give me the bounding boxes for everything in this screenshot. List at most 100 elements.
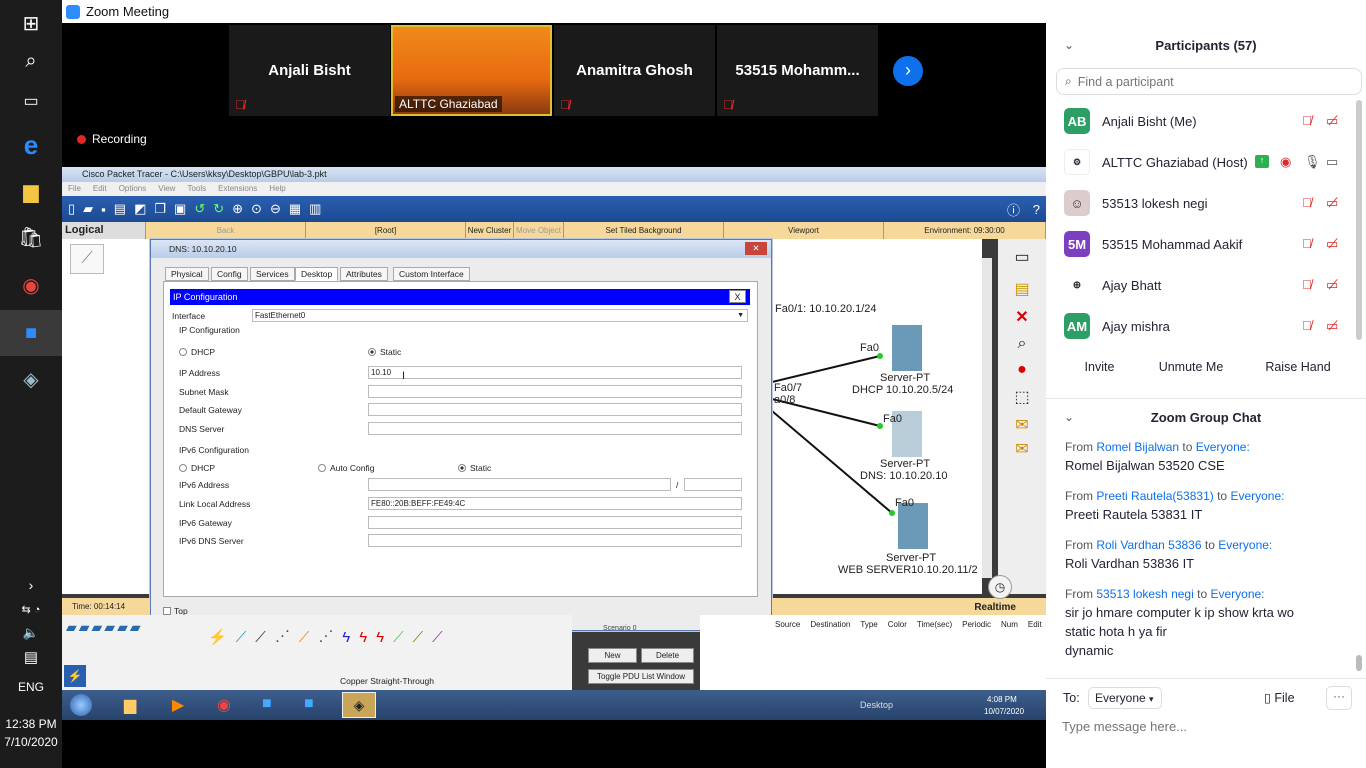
- video-tile-anamitra[interactable]: Anamitra Ghosh 🎙̸: [554, 25, 715, 116]
- notification-icon[interactable]: ▤: [0, 634, 62, 680]
- ipv4-static-radio[interactable]: Static: [368, 347, 401, 357]
- raise-hand-button[interactable]: Raise Hand: [1262, 360, 1334, 380]
- ipv6-auto-radio[interactable]: Auto Config: [318, 463, 374, 473]
- file-explorer-icon[interactable]: ▆: [0, 168, 62, 214]
- palette-icon[interactable]: ▦: [289, 201, 301, 217]
- participants-scrollbar[interactable]: [1356, 100, 1362, 340]
- menu-help[interactable]: Help: [269, 182, 285, 196]
- menu-view[interactable]: View: [158, 182, 175, 196]
- explorer-icon[interactable]: ▆: [124, 695, 136, 715]
- chat-message-input[interactable]: [1062, 716, 1352, 736]
- canvas-scrollbar[interactable]: [982, 258, 992, 578]
- resize-tool-icon[interactable]: ⬚: [998, 387, 1046, 407]
- mic-muted-icon[interactable]: 🎙̸: [1302, 113, 1312, 128]
- task-view-icon[interactable]: ▭: [0, 78, 62, 124]
- tab-config[interactable]: Config: [211, 267, 248, 281]
- copy-icon[interactable]: ❐: [154, 201, 166, 217]
- video-off-icon[interactable]: ▭̸: [1326, 318, 1338, 334]
- menu-tools[interactable]: Tools: [187, 182, 206, 196]
- zoom-reset-icon[interactable]: ⊙: [251, 201, 262, 217]
- link-local-input[interactable]: FE80::20B:BEFF:FE49:4C: [368, 497, 742, 510]
- simple-pdu-icon[interactable]: ✉: [998, 415, 1046, 435]
- chat-sender[interactable]: Preeti Rautela(53831): [1096, 489, 1213, 503]
- open-icon[interactable]: ▰: [83, 201, 93, 217]
- toggle-pdu-button[interactable]: Toggle PDU List Window: [588, 669, 694, 684]
- ipv6-dns-input[interactable]: [368, 534, 742, 547]
- undo-icon[interactable]: ↺: [194, 201, 205, 217]
- set-background-button[interactable]: Set Tiled Background: [564, 222, 724, 239]
- mic-muted-icon[interactable]: 🎙̸: [1302, 277, 1312, 292]
- paste-icon[interactable]: ▣: [174, 201, 186, 217]
- ipv6-dhcp-radio[interactable]: DHCP: [179, 463, 215, 473]
- interface-select[interactable]: FastEthernet0 ▼: [252, 309, 748, 322]
- video-tile-alttc[interactable]: ALTTC Ghaziabad: [391, 25, 552, 116]
- chat-scrollbar[interactable]: [1356, 655, 1362, 671]
- viewport-button[interactable]: Viewport: [724, 222, 884, 239]
- dialog-close-icon[interactable]: ✕: [745, 242, 767, 255]
- invite-button[interactable]: Invite: [1077, 360, 1122, 380]
- help-icon[interactable]: ?: [1033, 202, 1040, 217]
- ipv6-static-radio[interactable]: Static: [458, 463, 491, 473]
- device-category-icons[interactable]: ▰▰▰▰▰▰: [66, 619, 143, 636]
- default-gateway-input[interactable]: [368, 403, 742, 416]
- participant-search[interactable]: ⌕: [1056, 68, 1362, 95]
- custom-device-icon[interactable]: ▥: [309, 201, 321, 217]
- mic-muted-icon[interactable]: 🎙̸: [1302, 195, 1312, 210]
- menu-extensions[interactable]: Extensions: [218, 182, 257, 196]
- delete-tool-icon[interactable]: ✕: [998, 307, 1046, 327]
- ip-address-input[interactable]: 10.10: [368, 366, 742, 379]
- chrome-icon[interactable]: ◉: [0, 262, 62, 308]
- video-off-icon[interactable]: ▭̸: [1326, 236, 1338, 252]
- zoom-in-icon[interactable]: ⊕: [232, 201, 243, 217]
- complex-pdu-icon[interactable]: ✉: [998, 439, 1046, 459]
- auto-connect-icon[interactable]: ⚡: [64, 665, 86, 687]
- chat-sender[interactable]: 53513 lokesh negi: [1096, 587, 1193, 601]
- mic-muted-icon[interactable]: 🎙̸: [1302, 318, 1312, 333]
- menu-file[interactable]: File: [68, 182, 81, 196]
- print-icon[interactable]: ▤: [114, 201, 126, 217]
- tab-desktop[interactable]: Desktop: [295, 267, 339, 281]
- video-icon[interactable]: ▭: [1326, 154, 1338, 170]
- connection-types-icons[interactable]: ⚡⟋⟋⋰⟋⋰ϟϟϟ⟋⟋⟋: [208, 628, 553, 646]
- video-tile-anjali[interactable]: Anjali Bisht 🎙̸: [229, 25, 390, 116]
- new-scenario-button[interactable]: New: [588, 648, 637, 663]
- packet-tracer-taskbar-icon[interactable]: ◈: [0, 356, 62, 402]
- logical-tab[interactable]: Logical: [62, 222, 146, 239]
- zoom-icon-1[interactable]: ■: [262, 695, 272, 713]
- dns-server-input[interactable]: [368, 422, 742, 435]
- language-indicator[interactable]: ENG: [0, 680, 62, 694]
- more-options-icon[interactable]: ···: [1326, 686, 1352, 710]
- edge-icon[interactable]: e: [0, 122, 62, 168]
- draw-tool-icon[interactable]: ●: [998, 361, 1046, 379]
- video-off-icon[interactable]: ▭̸: [1326, 113, 1338, 129]
- dhcp-server-icon[interactable]: [892, 325, 922, 371]
- subnet-mask-input[interactable]: [368, 385, 742, 398]
- ipv6-address-input[interactable]: [368, 478, 671, 491]
- ipv4-dhcp-radio[interactable]: DHCP: [179, 347, 215, 357]
- zoom-out-icon[interactable]: ⊖: [270, 201, 281, 217]
- recipient-dropdown[interactable]: Everyone ▾: [1088, 687, 1162, 709]
- scenario-select[interactable]: Scenario 0: [583, 625, 697, 638]
- clock-icon[interactable]: ◷: [988, 575, 1012, 599]
- tab-physical[interactable]: Physical: [165, 267, 209, 281]
- tab-services[interactable]: Services: [250, 267, 295, 281]
- ipv6-prefix-input[interactable]: [684, 478, 742, 491]
- media-player-icon[interactable]: ▶: [172, 695, 184, 715]
- root-button[interactable]: [Root]: [306, 222, 466, 239]
- win7-start-icon[interactable]: [70, 694, 92, 716]
- participant-search-input[interactable]: [1077, 74, 1338, 89]
- delete-scenario-button[interactable]: Delete: [641, 648, 694, 663]
- move-object-button[interactable]: Move Object: [514, 222, 564, 239]
- chat-sender[interactable]: Romel Bijalwan: [1096, 440, 1179, 454]
- menu-options[interactable]: Options: [119, 182, 147, 196]
- back-button[interactable]: Back: [146, 222, 306, 239]
- store-icon[interactable]: 🛍: [0, 214, 62, 260]
- save-icon[interactable]: ▪: [101, 202, 106, 217]
- new-cluster-button[interactable]: New Cluster: [466, 222, 514, 239]
- next-page-arrow-icon[interactable]: ›: [893, 56, 923, 86]
- note-tool-icon[interactable]: ▤: [998, 279, 1046, 299]
- wizard-icon[interactable]: ◩: [134, 201, 146, 217]
- file-button[interactable]: ▯ File: [1264, 690, 1295, 705]
- environment-button[interactable]: Environment: 09:30:00: [884, 222, 1046, 239]
- ipv6-gateway-input[interactable]: [368, 516, 742, 529]
